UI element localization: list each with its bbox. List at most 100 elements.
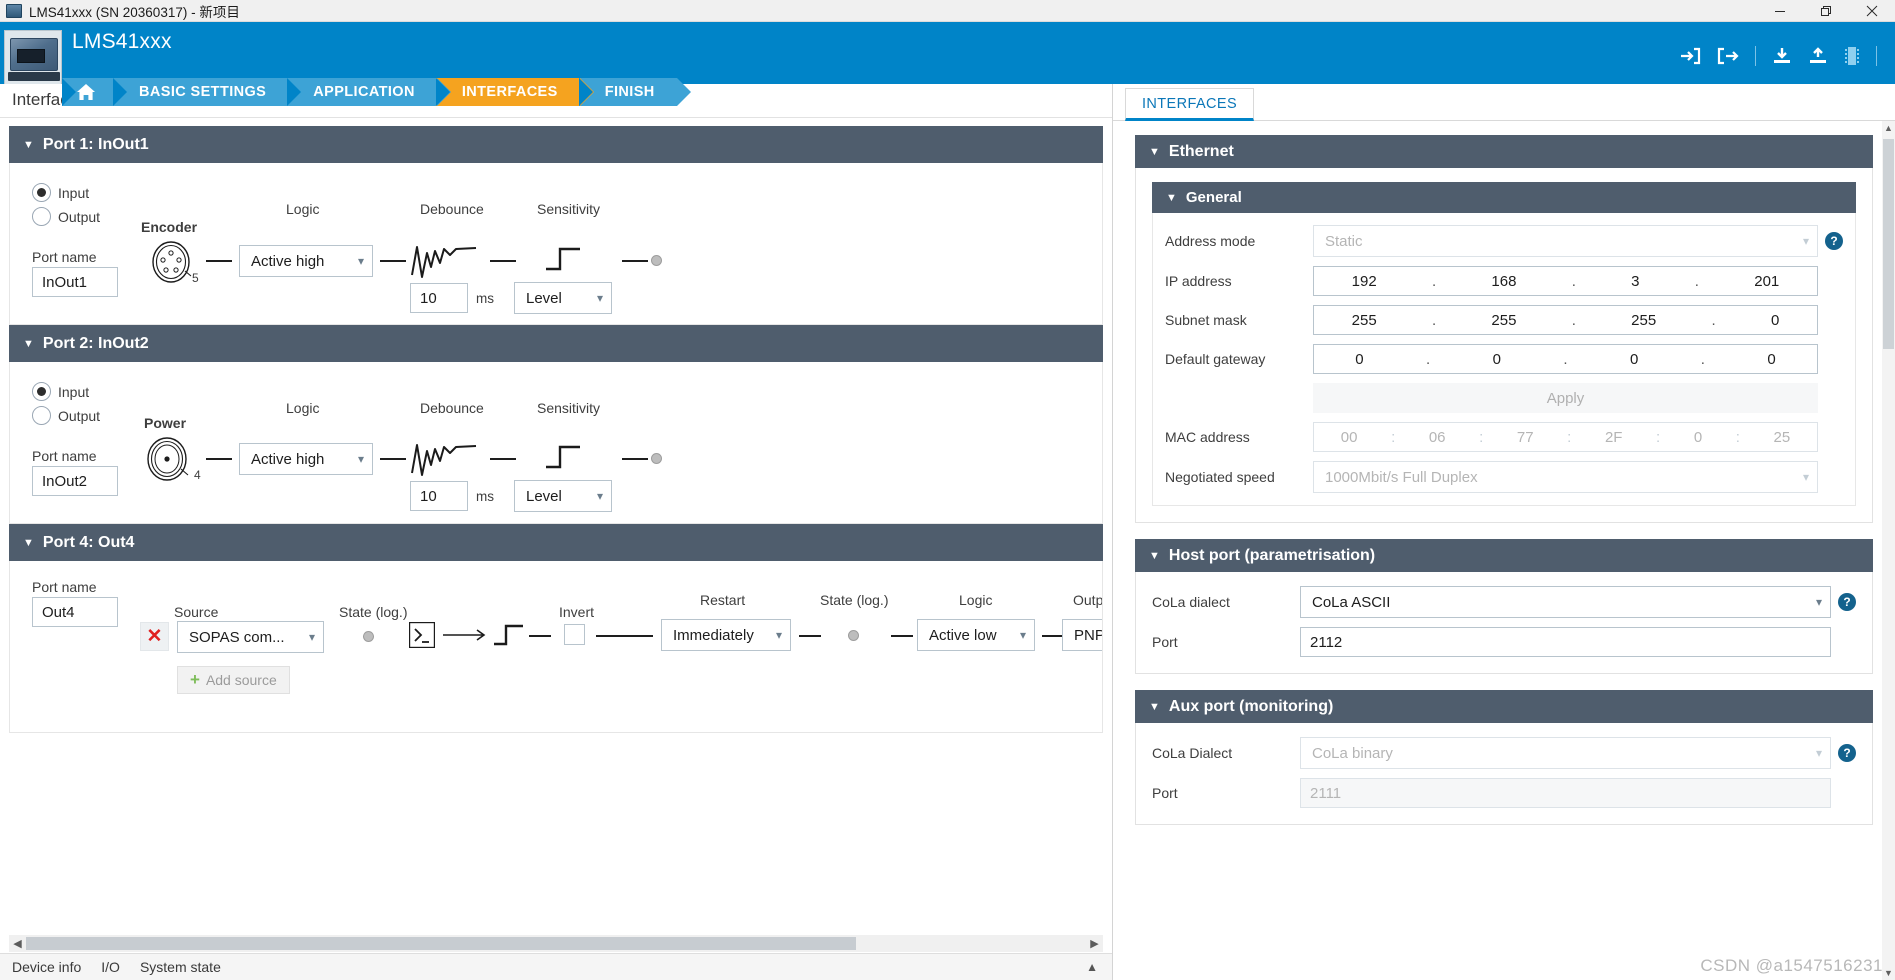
port-2-output-radio[interactable]: Output [32,406,100,425]
ip-separator: . [1694,272,1699,290]
nav-basic-settings[interactable]: BASIC SETTINGS [113,78,303,106]
host-port-number-input[interactable]: 2112 [1300,627,1831,657]
chevron-down-icon: ▼ [1166,191,1177,204]
host-port-header[interactable]: ▼ Host port (parametrisation) [1135,539,1873,572]
mac-part-2: 06 [1428,428,1446,446]
port-1-logic-select[interactable]: Active high ▾ [239,245,373,277]
watermark: CSDN @a1547516231 [1700,956,1883,975]
chevron-down-icon: ▾ [596,489,603,503]
wire-2 [380,458,406,460]
gw-octet-1[interactable]: 0 [1355,351,1363,368]
port-2-debounce-unit: ms [476,489,494,504]
port-4-state2-indicator [848,630,859,641]
delete-source-button[interactable]: ✕ [140,622,169,651]
ip-octet-1[interactable]: 192 [1352,273,1377,290]
port-4-invert-checkbox[interactable] [564,624,585,645]
port-2-logic-label: Logic [286,400,320,416]
subnet-octet-2[interactable]: 255 [1491,312,1516,329]
chevron-down-icon: ▼ [1149,549,1160,562]
statusbar-device-info[interactable]: Device info [12,959,81,975]
ip-octet-2[interactable]: 168 [1491,273,1516,290]
apply-button[interactable]: Apply [1313,383,1818,413]
scroll-left-icon[interactable]: ◀ [9,935,26,952]
nav-interfaces[interactable]: INTERFACES [435,78,594,106]
port-4-portname-input[interactable]: Out4 [32,597,118,627]
default-gateway-input[interactable]: 0 . 0 . 0 . 0 [1313,344,1818,374]
hscroll-track[interactable] [26,935,1086,952]
download-icon[interactable] [1772,47,1792,65]
subnet-octet-1[interactable]: 255 [1352,312,1377,329]
port-1-debounce-input[interactable]: 10 [410,283,468,313]
subnet-octet-4[interactable]: 0 [1771,312,1779,329]
ip-address-input[interactable]: 192 . 168 . 3 . 201 [1313,266,1818,296]
device-name: LMS41xxx [72,30,172,53]
logout-icon[interactable] [1717,47,1739,65]
mac-part-4: 2F [1604,428,1623,446]
aux-cola-dialect-row: CoLa Dialect CoLa binary ▾ ? [1152,737,1856,769]
hscroll-thumb[interactable] [26,937,856,950]
statusbar-io[interactable]: I/O [101,959,120,975]
horizontal-scrollbar[interactable]: ◀ ▶ [9,935,1103,952]
address-mode-select[interactable]: Static ▾ [1313,225,1818,257]
port-2-sensitivity-select[interactable]: Level ▾ [514,480,612,512]
port-2-logic-select[interactable]: Active high ▾ [239,443,373,475]
scroll-down-icon[interactable]: ▼ [1882,966,1895,980]
port-2-debounce-input[interactable]: 10 [410,481,468,511]
ethernet-header[interactable]: ▼ Ethernet [1135,135,1873,168]
port-2-sensitivity-value: Level [526,487,562,505]
app-icon [6,3,22,18]
port-2-input-radio[interactable]: Input [32,382,100,401]
help-icon[interactable]: ? [1838,593,1856,611]
nav-application[interactable]: APPLICATION [287,78,451,106]
port-1-input-radio[interactable]: Input [32,183,100,202]
add-source-button[interactable]: + Add source [177,666,290,694]
port-2-header[interactable]: ▼ Port 2: InOut2 [9,325,1103,362]
nav-home[interactable] [62,78,128,106]
radio-icon [32,406,51,425]
subnet-octet-3[interactable]: 255 [1631,312,1656,329]
upload-icon[interactable] [1808,47,1828,65]
gw-octet-4[interactable]: 0 [1767,351,1775,368]
login-icon[interactable] [1679,47,1701,65]
gw-octet-2[interactable]: 0 [1493,351,1501,368]
host-cola-dialect-select[interactable]: CoLa ASCII ▾ [1300,586,1831,618]
port-4-header[interactable]: ▼ Port 4: Out4 [9,524,1103,561]
statusbar-system-state[interactable]: System state [140,959,221,975]
ip-octet-4[interactable]: 201 [1754,273,1779,290]
minimize-icon[interactable] [1757,0,1803,21]
collapse-statusbar-icon[interactable]: ▲ [1086,960,1098,974]
memory-icon[interactable] [1844,46,1860,66]
right-scroll-area: ▼ Ethernet ▼ General Address mode Static… [1113,121,1895,980]
help-icon[interactable]: ? [1825,232,1843,250]
restore-icon[interactable] [1803,0,1849,21]
host-port-number-row: Port 2112 ? [1152,627,1856,657]
gw-octet-3[interactable]: 0 [1630,351,1638,368]
aux-port-header[interactable]: ▼ Aux port (monitoring) [1135,690,1873,723]
port-1-sensitivity-select[interactable]: Level ▾ [514,282,612,314]
port-1-portname-input[interactable]: InOut1 [32,267,118,297]
scroll-up-icon[interactable]: ▲ [1882,121,1895,135]
port-1-input-label: Input [58,184,90,201]
port-1-header[interactable]: ▼ Port 1: InOut1 [9,126,1103,163]
scroll-right-icon[interactable]: ▶ [1086,935,1103,952]
port-4-source-select[interactable]: SOPAS com... ▾ [177,621,324,653]
ip-octet-3[interactable]: 3 [1631,273,1639,290]
right-vertical-scrollbar[interactable]: ▲ ▼ [1882,121,1895,980]
arrow-right-icon [443,627,489,647]
port-2-portname-input[interactable]: InOut2 [32,466,118,496]
port-1-output-radio[interactable]: Output [32,207,100,226]
subnet-mask-input[interactable]: 255 . 255 . 255 . 0 [1313,305,1818,335]
general-header[interactable]: ▼ General [1152,182,1856,213]
aux-port-number-label: Port [1152,784,1178,801]
port-2-sensitivity-label: Sensitivity [537,400,601,416]
ip-separator: . [1571,272,1576,290]
tab-interfaces[interactable]: INTERFACES [1125,88,1255,121]
close-icon[interactable] [1849,0,1895,21]
help-icon[interactable]: ? [1838,744,1856,762]
port-4-logic-select[interactable]: Active low ▾ [917,619,1035,651]
add-source-label: Add source [205,672,277,688]
port-4-restart-select[interactable]: Immediately ▾ [661,619,791,651]
port-4-output-select[interactable]: PNP [1062,619,1102,651]
vscroll-thumb[interactable] [1883,139,1894,349]
mac-part-6: 25 [1773,428,1791,446]
